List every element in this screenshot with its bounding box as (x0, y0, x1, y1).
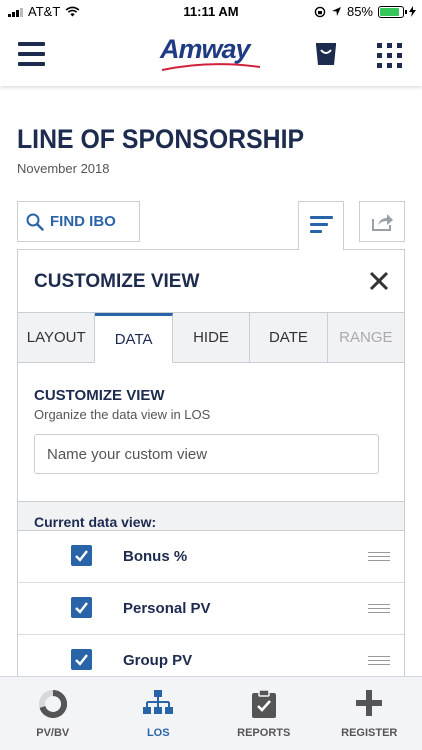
amway-logo[interactable]: Amway (160, 34, 264, 74)
app-grid-icon[interactable] (377, 43, 402, 68)
list-item: Personal PV (18, 583, 404, 635)
nav-label: PV/BV (36, 727, 70, 739)
nav-pv-bv[interactable]: PV/BV (0, 677, 106, 750)
bottom-nav: PV/BV LOS REPORTS REGISTER (0, 676, 422, 750)
nav-label: LOS (146, 727, 170, 739)
app-header: Amway (0, 24, 422, 86)
find-ibo-button[interactable]: FIND IBO (17, 201, 140, 242)
panel-title: CUSTOMIZE VIEW (34, 271, 200, 292)
customize-view-panel: CUSTOMIZE VIEW LAYOUT DATA HIDE DATE RAN… (17, 249, 405, 687)
current-data-view-header: Current data view: (18, 501, 404, 531)
tab-data[interactable]: DATA (95, 313, 173, 363)
section-subtitle: Organize the data view in LOS (34, 407, 211, 422)
list-item: Bonus % (18, 531, 404, 583)
shopping-bag-icon[interactable] (314, 40, 338, 66)
find-ibo-label: FIND IBO (50, 213, 116, 230)
tab-range[interactable]: RANGE (327, 313, 405, 362)
logo-text: Amway (160, 34, 251, 64)
nav-los[interactable]: LOS (106, 677, 212, 750)
menu-icon[interactable] (18, 42, 45, 66)
tab-hide[interactable]: HIDE (172, 313, 251, 362)
custom-view-name-input[interactable] (34, 434, 379, 474)
page-title: LINE OF SPONSORSHIP (17, 124, 305, 154)
status-right: 85% (314, 4, 416, 19)
page-subtitle: November 2018 (17, 161, 110, 176)
data-view-list: Bonus % Personal PV Group PV (18, 531, 404, 687)
drag-handle-icon[interactable] (368, 604, 390, 613)
drag-handle-icon[interactable] (368, 656, 390, 665)
list-item-label: Personal PV (123, 600, 211, 617)
tab-date[interactable]: DATE (250, 313, 328, 362)
search-icon (26, 213, 44, 231)
nav-label: REPORTS (237, 727, 291, 739)
tab-layout[interactable]: LAYOUT (18, 313, 96, 362)
section-title: CUSTOMIZE VIEW (34, 387, 165, 404)
share-icon (372, 214, 393, 231)
org-tree-icon (143, 690, 174, 714)
close-icon[interactable] (368, 270, 390, 292)
filter-sort-icon[interactable] (298, 201, 344, 250)
checkbox-checked[interactable] (71, 649, 92, 670)
charging-icon (409, 6, 416, 17)
ring-chart-icon (38, 689, 67, 718)
nav-reports[interactable]: REPORTS (211, 677, 317, 750)
clipboard-check-icon (251, 689, 276, 718)
checkbox-checked[interactable] (71, 545, 92, 566)
nav-label: REGISTER (341, 727, 398, 739)
list-item-label: Bonus % (123, 548, 188, 565)
tab-bar: LAYOUT DATA HIDE DATE RANGE (18, 312, 405, 363)
status-bar: AT&T 11:11 AM 85% (0, 0, 422, 24)
list-item-label: Group PV (123, 652, 193, 669)
battery-percent: 85% (346, 4, 373, 19)
orientation-lock-icon (314, 6, 326, 17)
plus-icon (356, 690, 383, 716)
logo-swoosh (161, 63, 261, 71)
battery-icon (378, 5, 407, 18)
location-icon (331, 7, 341, 16)
drag-handle-icon[interactable] (368, 552, 390, 561)
share-button[interactable] (359, 201, 405, 242)
nav-register[interactable]: REGISTER (317, 677, 422, 750)
checkbox-checked[interactable] (71, 597, 92, 618)
